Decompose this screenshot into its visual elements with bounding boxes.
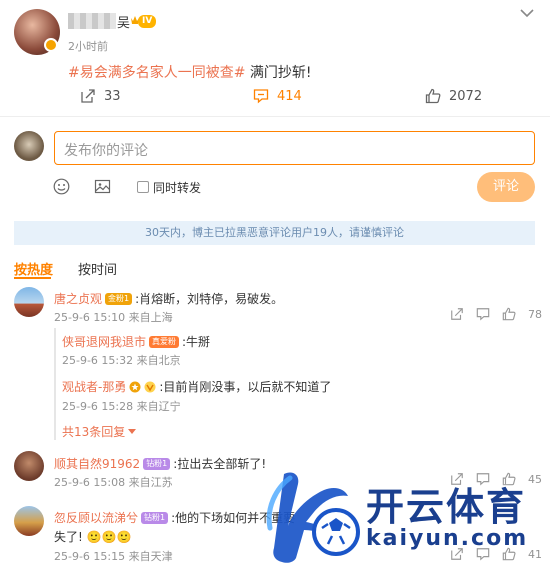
- commenter-avatar[interactable]: [14, 287, 44, 317]
- fan-badge: 真爱粉: [149, 335, 180, 348]
- comment-count: 414: [277, 88, 302, 104]
- commenter-avatar[interactable]: [14, 451, 44, 481]
- image-icon[interactable]: [94, 178, 111, 195]
- fan-badge: 钻粉1: [141, 511, 169, 524]
- submit-comment-button[interactable]: 评论: [477, 172, 535, 202]
- commenter-name[interactable]: 唐之贞观: [54, 290, 102, 307]
- watermark-url: kaiyun.com: [366, 526, 529, 551]
- fan-badge: 钻粉1: [143, 457, 171, 470]
- like-button[interactable]: 2072: [425, 88, 482, 104]
- reply-text: :目前肖刚没事，以后就不知道了: [159, 380, 332, 394]
- comment-like-count: 78: [528, 307, 542, 321]
- sort-by-time-tab[interactable]: 按时间: [78, 259, 117, 278]
- watermark-logo: [266, 472, 360, 563]
- vip-icon: [144, 381, 156, 392]
- comment-actions: 78: [450, 307, 542, 321]
- like-count: 2072: [449, 88, 483, 104]
- emoji-icon[interactable]: [53, 178, 70, 195]
- commenter-avatar[interactable]: [14, 506, 44, 536]
- author-name-blurred[interactable]: [68, 13, 116, 29]
- repost-checkbox-label[interactable]: 同时转发: [153, 179, 201, 196]
- comment-text-continued: 失了! 🙂🙂🙂: [54, 530, 132, 544]
- repost-icon[interactable]: [450, 307, 464, 321]
- blacklist-notice: 30天内，博主已拉黑恶意评论用户19人，请谨慎评论: [14, 221, 535, 245]
- more-replies-label: 共13条回复: [62, 425, 126, 439]
- watermark-brand: 开云体育: [366, 485, 527, 529]
- thumbs-up-icon: [425, 88, 441, 104]
- star-badge-icon: [129, 381, 141, 392]
- more-replies-link[interactable]: 共13条回复: [62, 423, 137, 440]
- divider: [0, 116, 550, 117]
- caret-down-icon: [128, 428, 137, 434]
- post-content: #易会满多名家人一同被查# 满门抄斩!: [68, 62, 312, 82]
- comment-button[interactable]: 414: [253, 88, 302, 104]
- sort-by-hot-tab[interactable]: 按热度: [14, 259, 53, 278]
- reply-line: 观战者-那勇 :目前肖刚没事，以后就不知道了: [62, 378, 331, 395]
- reply-meta: 25-9-6 15:32 来自北京: [62, 354, 181, 367]
- comment-line: 唐之贞观 金粉1 :肖熔断，刘特停，易破发。: [54, 290, 283, 307]
- thumbs-up-icon[interactable]: [502, 307, 516, 321]
- commenter-name[interactable]: 忽反顾以流涕兮: [54, 509, 138, 526]
- reply-thread-bar: [54, 328, 56, 440]
- my-avatar: [14, 131, 44, 161]
- commenter-name[interactable]: 顺其自然91962: [54, 455, 140, 472]
- comment-icon: [253, 89, 269, 104]
- repost-count: 33: [104, 88, 121, 104]
- verified-badge-icon: [44, 38, 58, 52]
- comment-meta: 25-9-6 15:10 来自上海: [54, 311, 173, 324]
- chevron-down-icon[interactable]: [520, 8, 534, 18]
- comment-text: :肖熔断，刘特停，易破发。: [135, 292, 284, 306]
- reply-text: :牛掰: [182, 335, 211, 349]
- comment-input[interactable]: 发布你的评论: [54, 131, 535, 165]
- level-badge: IV: [138, 15, 157, 28]
- repost-icon: [81, 89, 95, 103]
- comment-line: 顺其自然91962 钻粉1 :拉出去全部斩了!: [54, 455, 266, 472]
- reply-user-name[interactable]: 观战者-那勇: [62, 378, 126, 395]
- comment-like-count: 45: [528, 472, 542, 486]
- fan-badge: 金粉1: [105, 292, 133, 305]
- comment-text: :拉出去全部斩了!: [173, 457, 267, 471]
- post-time[interactable]: 2小时前: [68, 38, 108, 54]
- repost-button[interactable]: 33: [80, 88, 121, 104]
- active-tab-indicator: [14, 277, 51, 279]
- hashtag-link[interactable]: #易会满多名家人一同被查#: [68, 65, 245, 81]
- reply-line: 侠哥退网我退市 真爱粉 :牛掰: [62, 333, 210, 350]
- reply-meta: 25-9-6 15:28 来自辽宁: [62, 400, 181, 413]
- comment-meta: 25-9-6 15:15 来自天津: [54, 550, 173, 563]
- comment-meta: 25-9-6 15:08 来自江苏: [54, 476, 173, 489]
- comment-icon[interactable]: [476, 307, 490, 321]
- author-name[interactable]: 吴: [117, 12, 130, 31]
- post-text: 满门抄斩!: [249, 65, 312, 81]
- reply-user-name[interactable]: 侠哥退网我退市: [62, 333, 146, 350]
- repost-checkbox[interactable]: [137, 181, 149, 193]
- comment-line: 忽反顾以流涕兮 钻粉1 :他的下场如何并不重要: [54, 509, 295, 526]
- comment-like-count: 41: [528, 547, 542, 561]
